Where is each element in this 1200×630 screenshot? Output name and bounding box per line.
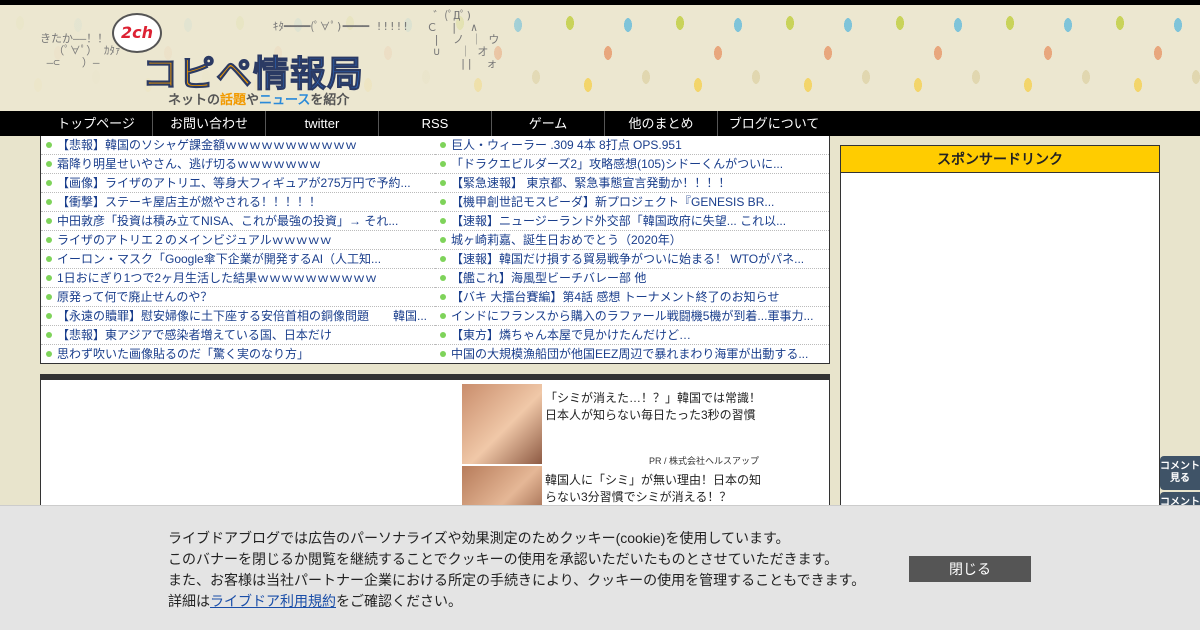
list-item[interactable]: 【衝撃】ステーキ屋店主が燃やされる！！！！！ — [41, 193, 435, 212]
list-item[interactable]: 【画像】ライザのアトリエ、等身大フィギュアが275万円で予約... — [41, 174, 435, 193]
ad-headline[interactable]: 「シミが消えた…！？」韓国では常識！日本人が知らない毎日たった3秒の習慣 — [545, 390, 765, 424]
link-column-left: 【悲報】韓国のソシャゲ課金額ｗｗｗｗｗｗｗｗｗｗｗ 霜降り明星せいやさん、逃げ切… — [41, 136, 435, 363]
list-item[interactable]: 「ドラクエビルダーズ2」攻略感想(105)シドーくんがついに... — [435, 155, 829, 174]
list-item[interactable]: 中田敦彦「投資は積み立てNISA、これが最強の投資」→ それ... — [41, 212, 435, 231]
sponsored-links-panel: スポンサードリンク — [840, 145, 1160, 515]
nav-item-other-matome[interactable]: 他のまとめ — [604, 111, 717, 136]
ascii-art-decoration: きたか――！！ （ﾟ∀ﾟ） ｶﾀｧ ―⊂ ）― — [40, 32, 121, 69]
list-item[interactable]: 【速報】ニュージーランド外交部「韓国政府に失望... これ以... — [435, 212, 829, 231]
list-item[interactable]: ライザのアトリエ２のメインビジュアルｗｗｗｗｗ — [41, 231, 435, 250]
ascii-art-decoration: ゛(ﾟДﾟ) Ｃ | ∧ | ノ ｜ ウ ∪ ｜ オ || ォ — [426, 9, 500, 70]
list-item[interactable]: 霜降り明星せいやさん、逃げ切るｗｗｗｗｗｗｗ — [41, 155, 435, 174]
list-item[interactable]: インドにフランスから購入のラファール戦闘機5機が到着...軍事力... — [435, 307, 829, 326]
list-item[interactable]: 【東方】燐ちゃん本屋で見かけたんだけど… — [435, 326, 829, 345]
terms-of-use-link[interactable]: ライブドア利用規約 — [210, 593, 336, 609]
nav-item-rss[interactable]: RSS — [378, 111, 491, 136]
link-column-right: 巨人・ウィーラー .309 4本 8打点 OPS.951 「ドラクエビルダーズ2… — [435, 136, 829, 363]
list-item[interactable]: 【悲報】韓国のソシャゲ課金額ｗｗｗｗｗｗｗｗｗｗｗ — [41, 136, 435, 155]
list-item[interactable]: 巨人・ウィーラー .309 4本 8打点 OPS.951 — [435, 136, 829, 155]
list-item[interactable]: 【バキ 大擂台賽編】第4話 感想 トーナメント終了のお知らせ — [435, 288, 829, 307]
list-item[interactable]: 思わず吹いた画像貼るのだ「驚く実のなり方」 — [41, 345, 435, 364]
cookie-consent-banner: ライブドアブログでは広告のパーソナライズや効果測定のためクッキー(cookie)… — [0, 505, 1200, 630]
list-item[interactable]: 城ヶ崎莉嘉、誕生日おめでとう（2020年） — [435, 231, 829, 250]
nav-item-contact[interactable]: お問い合わせ — [152, 111, 265, 136]
global-nav: トップページ お問い合わせ twitter RSS ゲーム 他のまとめ ブログに… — [0, 111, 1200, 136]
nav-item-twitter[interactable]: twitter — [265, 111, 378, 136]
list-item[interactable]: 原発って何で廃止せんのや？ — [41, 288, 435, 307]
site-header: きたか――！！ （ﾟ∀ﾟ） ｶﾀｧ ―⊂ ）― ｷﾀ━━━━(ﾟ∀ﾟ)━━━━ … — [0, 5, 1200, 111]
list-item[interactable]: 【機甲創世記モスピーダ】新プロジェクト『GENESIS BR... — [435, 193, 829, 212]
nav-item-about[interactable]: ブログについて — [717, 111, 830, 136]
comment-view-button[interactable]: コメント見る — [1160, 456, 1200, 490]
antenna-link-list: 【悲報】韓国のソシャゲ課金額ｗｗｗｗｗｗｗｗｗｗｗ 霜降り明星せいやさん、逃げ切… — [40, 136, 830, 364]
ad-panel: 「シミが消えた…！？」韓国では常識！日本人が知らない毎日たった3秒の習慣 PR … — [40, 374, 830, 516]
cookie-consent-text: ライブドアブログでは広告のパーソナライズや効果測定のためクッキー(cookie)… — [168, 530, 866, 609]
list-item[interactable]: 【艦これ】海風型ビーチバレー部 他 — [435, 269, 829, 288]
list-item[interactable]: 【悲報】東アジアで感染者増えている国、日本だけ — [41, 326, 435, 345]
ascii-art-decoration: ｷﾀ━━━━(ﾟ∀ﾟ)━━━━ !!!!! — [200, 20, 409, 33]
list-item[interactable]: 【緊急速報】 東京都、緊急事態宣言発動か！！！！ — [435, 174, 829, 193]
cookie-close-button[interactable]: 閉じる — [909, 556, 1031, 582]
list-item[interactable]: 【速報】韓国だけ損する貿易戦争がついに始まる！ WTOがパネ... — [435, 250, 829, 269]
nav-item-game[interactable]: ゲーム — [491, 111, 604, 136]
ad-pr-label: PR / 株式会社ヘルスアップ — [649, 456, 760, 466]
nav-item-top[interactable]: トップページ — [40, 111, 152, 136]
list-item[interactable]: 中国の大規模漁船団が他国EEZ周辺で暴れまわり海軍が出動する... — [435, 345, 829, 364]
list-item[interactable]: 【永遠の贖罪】慰安婦像に土下座する安倍首相の銅像問題 韓国... — [41, 307, 435, 326]
ad-headline[interactable]: 韓国人に「シミ」が無い理由！日本の知らない3分習慣でシミが消える！？ — [545, 472, 765, 506]
sponsored-links-heading: スポンサードリンク — [841, 146, 1159, 173]
ad-thumbnail-image[interactable] — [462, 384, 542, 464]
site-tagline: ネットの話題やニュースを紹介 — [168, 93, 350, 108]
list-item[interactable]: イーロン・マスク「Google傘下企業が開発するAI（人工知... — [41, 250, 435, 269]
list-item[interactable]: 1日おにぎり1つで2ヶ月生活した結果ｗｗｗｗｗｗｗｗｗｗ — [41, 269, 435, 288]
